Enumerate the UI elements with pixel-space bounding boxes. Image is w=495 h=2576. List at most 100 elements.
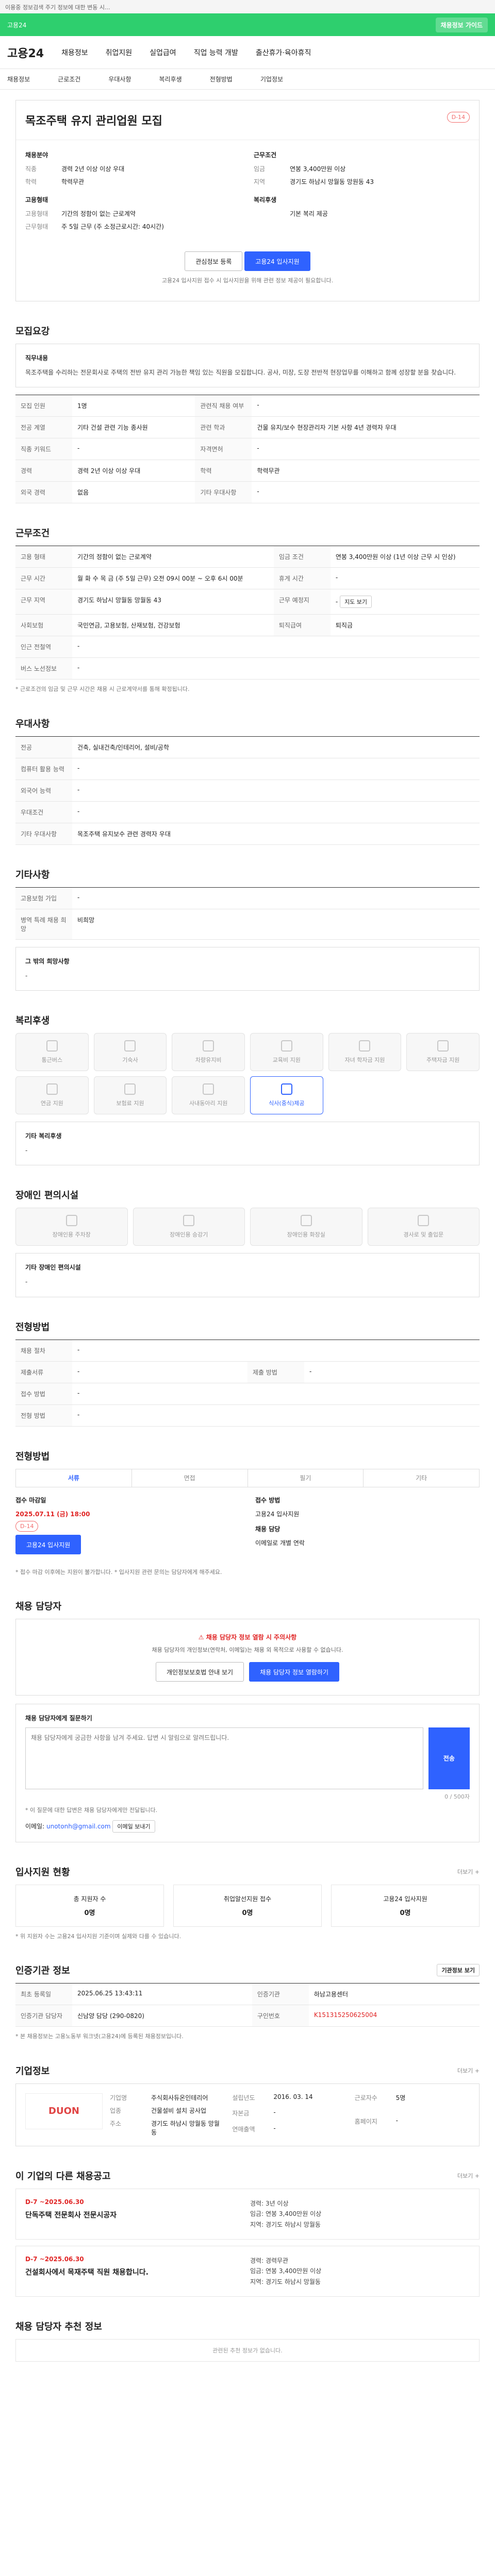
cell-value: - — [72, 779, 480, 802]
tab-written[interactable]: 필기 — [248, 1469, 364, 1487]
other-jobs-title-text: 이 기업의 다른 채용공고 — [15, 2171, 111, 2182]
job-card-right: 경력: 3년 이상 임금: 연봉 3,400만원 이상 지역: 경기도 하남시 … — [250, 2198, 470, 2230]
kv-key: 업종 — [110, 2107, 122, 2114]
gnb-item-3[interactable]: 직업 능력 개발 — [194, 47, 238, 58]
email-value[interactable]: unotonh@gmail.com — [46, 1823, 111, 1830]
job-card-0[interactable]: D-7 ~2025.06.30 단독주택 전문회사 전문시공자 경력: 3년 이… — [15, 2188, 480, 2240]
kv-key — [254, 209, 290, 218]
stat-total: 총 지원자 수 0명 — [15, 1884, 164, 1927]
disability-section: 장애인 편의시설 장애인용 주차장 장애인용 승강기 장애인용 화장실 경사로 … — [15, 1188, 480, 1297]
stat-label: 취업알선지원 접수 — [223, 1895, 272, 1903]
home-icon — [437, 1040, 449, 1052]
hero-left-kv: 직종 경력 2년 이상 이상 우대 학력 학력무관 — [25, 164, 241, 186]
email-button[interactable]: 이메일 보내기 — [112, 1820, 155, 1833]
kv-key: 기업명 — [110, 2094, 127, 2102]
table-row: 근무 시간 월 화 수 목 금 (주 5일 근무) 오전 09시 00분 ~ 오후… — [15, 567, 480, 589]
alert-warning-text: ⚠ 채용 담당자 정보 열람 시 주의사항 — [29, 1633, 466, 1641]
job-title[interactable]: 단독주택 전문회사 전문시공자 — [25, 2210, 245, 2220]
job-kv: 경력: 3년 이상 — [250, 2199, 289, 2207]
company-more-link[interactable]: 더보기 + — [457, 2066, 480, 2075]
cell-value: - — [252, 438, 480, 460]
top-notice-text: 이용중 정보검색 주기 정보에 대한 변동 시... — [5, 4, 110, 11]
cell-value: 경력 2년 이상 이상 우대 — [72, 460, 195, 482]
method-title: 전형방법 — [15, 1449, 480, 1463]
disability-extra-box: 기타 장애인 편의시설 - — [15, 1253, 480, 1297]
tab-document[interactable]: 서류 — [16, 1469, 132, 1487]
view-contact-button[interactable]: 채용 담당자 정보 열람하기 — [249, 1662, 339, 1682]
cell-key: 병역 특례 채용 희망 — [15, 909, 72, 940]
table-row: 접수 방법 - — [15, 1383, 480, 1405]
site-logo[interactable]: 고용24 — [7, 44, 44, 61]
group-icon — [203, 1083, 214, 1095]
receipt-value: 고용24 입사지원 — [255, 1510, 300, 1518]
job-title[interactable]: 건설회사에서 목재주택 직원 채용합니다. — [25, 2267, 245, 2277]
disability-label: 경사로 및 출입문 — [403, 1231, 444, 1239]
cell-key: 전공 계열 — [15, 416, 72, 438]
tab-etc[interactable]: 기타 — [364, 1469, 479, 1487]
bed-icon — [124, 1040, 136, 1052]
stats-grid: 총 지원자 수 0명 취업알선지원 접수 0명 고용24 입사지원 0명 — [15, 1884, 480, 1927]
welfare-extra-value: - — [25, 1146, 28, 1154]
cell-key: 근무 예정지 — [273, 589, 331, 615]
table-row: 병역 특례 채용 희망 비희망 — [15, 909, 480, 940]
cell-value: 비희망 — [72, 909, 480, 940]
gnb-item-0[interactable]: 채용정보 — [61, 47, 88, 58]
car-icon — [203, 1040, 214, 1052]
send-button[interactable]: 전송 — [428, 1727, 470, 1789]
subnav-item-5[interactable]: 기업정보 — [260, 75, 283, 83]
tab-interview[interactable]: 면접 — [132, 1469, 248, 1487]
table-row: 우대조건 - — [15, 801, 480, 823]
table-row: 사회보험 국민연금, 고용보험, 산재보험, 건강보험 퇴직급여 퇴직금 — [15, 614, 480, 636]
top-banner: 고용24 채용정보 가이드 — [0, 13, 495, 36]
subnav-item-0[interactable]: 채용정보 — [7, 75, 30, 83]
subnav-item-1[interactable]: 근로조건 — [58, 75, 80, 83]
job-kv: 임금: 연봉 3,400만원 이상 — [250, 2267, 322, 2275]
gnb-item-4[interactable]: 출산휴가·육아휴직 — [256, 47, 311, 58]
kv-value: 2016. 03. 14 — [273, 2093, 313, 2100]
apply-button[interactable]: 고용24 입사지원 — [244, 251, 310, 271]
cell-key: 임금 조건 — [273, 546, 331, 568]
cell-key: 인증기관 담당자 — [15, 2005, 72, 2027]
cell-value: - — [72, 801, 480, 823]
welfare-card-6: 연금 지원 — [15, 1076, 89, 1114]
job-card-left: D-7 ~2025.06.30 건설회사에서 목재주택 직원 채용합니다. — [25, 2256, 245, 2287]
subnav-item-3[interactable]: 복리후생 — [159, 75, 182, 83]
admin-info-button[interactable]: 기관정보 보기 — [437, 1964, 480, 1977]
others-section: 기타사항 고용보험 가입 - 병역 특례 채용 희망 비희망 그 밖의 희망사항 - — [15, 868, 480, 991]
welfare-card-5: 주택자금 지원 — [406, 1032, 480, 1071]
hero-left2-kv: 고용형태 기간의 정함이 없는 근로계약 근무형태 주 5일 근무 (주 소정근로시… — [25, 209, 241, 231]
privacy-guide-button[interactable]: 개인정보보호법 안내 보기 — [156, 1662, 244, 1682]
gnb-item-1[interactable]: 취업지원 — [106, 47, 133, 58]
company-section: 기업정보 더보기 + DUON 기업명 주식회사듀온인테리어 업종 건물설비 설치 … — [15, 2064, 480, 2146]
banner-guide-button[interactable]: 채용정보 가이드 — [435, 17, 488, 32]
job-kv: 임금: 연봉 3,400만원 이상 — [250, 2210, 322, 2218]
stat-agency: 취업알선지원 접수 0명 — [173, 1884, 322, 1927]
stats-section: 입사지원 현황 더보기 + 총 지원자 수 0명 취업알선지원 접수 0명 고용24… — [15, 1865, 480, 1941]
welfare-title: 복리후생 — [15, 1013, 480, 1027]
table-row: 인증기관 담당자 신남양 담당 (290-0820) 구인번호 K1513152506… — [15, 2005, 480, 2027]
save-interest-button[interactable]: 관심정보 등록 — [185, 251, 243, 271]
bus-icon — [46, 1040, 58, 1052]
method-notes: * 접수 마감 이후에는 지원이 불가합니다. * 입사지원 관련 문의는 담당… — [15, 1568, 222, 1575]
disability-label: 장애인용 화장실 — [287, 1231, 325, 1239]
cell-value: - — [72, 758, 480, 780]
cell-key: 채용 절차 — [15, 1340, 72, 1362]
kv-key: 직종 — [25, 165, 37, 173]
subnav-item-4[interactable]: 전형방법 — [210, 75, 233, 83]
method-tabs: 서류 면접 필기 기타 — [15, 1468, 480, 1487]
stats-more-link[interactable]: 더보기 + — [457, 1868, 480, 1876]
others-extra-value: - — [25, 972, 28, 979]
subnav-item-2[interactable]: 우대사항 — [108, 75, 131, 83]
map-button[interactable]: 지도 보기 — [340, 595, 372, 608]
cell-value: 신남양 담당 (290-0820) — [72, 2005, 252, 2027]
cell-key: 외국어 능력 — [15, 779, 72, 802]
inquiry-textarea[interactable] — [25, 1727, 423, 1789]
method-apply-button[interactable]: 고용24 입사지원 — [15, 1534, 81, 1554]
job-card-1[interactable]: D-7 ~2025.06.30 건설회사에서 목재주택 직원 채용합니다. 경력… — [15, 2245, 480, 2297]
stat-label: 고용24 입사지원 — [383, 1895, 427, 1903]
other-jobs-more-link[interactable]: 더보기 + — [457, 2172, 480, 2180]
gnb-item-2[interactable]: 실업급여 — [150, 47, 176, 58]
cell-key: 휴게 시간 — [273, 567, 331, 589]
disability-label: 장애인용 승강기 — [170, 1231, 208, 1239]
section-subnav: 채용정보 근로조건 우대사항 복리후생 전형방법 기업정보 — [0, 69, 495, 90]
